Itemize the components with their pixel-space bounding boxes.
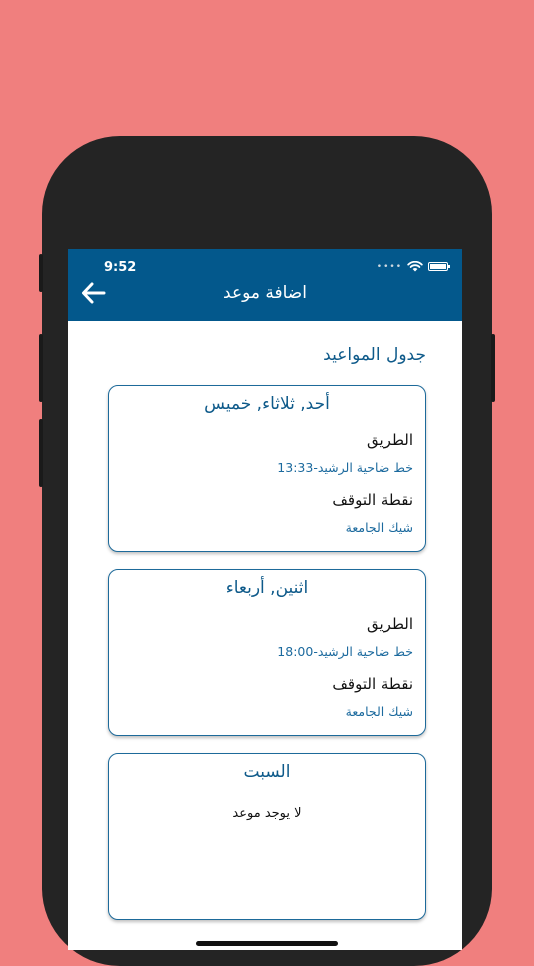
- schedule-card[interactable]: السبت لا يوجد موعد: [108, 753, 426, 920]
- stop-label: نقطة التوقف: [332, 675, 413, 693]
- status-time: 9:52: [104, 260, 137, 275]
- schedule-card[interactable]: اثنين, أربعاء الطريق خط ضاحية الرشيد-18:…: [108, 569, 426, 736]
- page-title: اضافة موعد: [223, 283, 307, 303]
- volume-up-button: [39, 334, 43, 402]
- schedule-days: اثنين, أربعاء: [225, 578, 309, 598]
- stop-value: شيك الجامعة: [345, 704, 413, 719]
- power-button: [491, 334, 495, 402]
- schedule-days: السبت: [243, 762, 291, 782]
- app-bar: 9:52 •••• اضافة موعد: [68, 249, 462, 321]
- status-icons: ••••: [376, 261, 450, 272]
- volume-down-button: [39, 419, 43, 487]
- schedule-card[interactable]: أحد, ثلاثاء, خميس الطريق خط ضاحية الرشيد…: [108, 385, 426, 552]
- stop-value: شيك الجامعة: [345, 520, 413, 535]
- section-title: جدول المواعيد: [323, 345, 426, 365]
- battery-icon: [428, 262, 450, 271]
- route-label: الطريق: [366, 615, 413, 633]
- home-indicator: [196, 941, 338, 946]
- wifi-icon: [407, 261, 423, 272]
- stop-label: نقطة التوقف: [332, 491, 413, 509]
- route-value: خط ضاحية الرشيد-13:33: [277, 460, 413, 475]
- mute-switch: [39, 254, 43, 292]
- route-label: الطريق: [366, 431, 413, 449]
- signal-dots-icon: ••••: [376, 261, 402, 272]
- no-appointment-text: لا يوجد موعد: [232, 806, 302, 821]
- schedule-days: أحد, ثلاثاء, خميس: [204, 394, 330, 414]
- route-value: خط ضاحية الرشيد-18:00: [277, 644, 413, 659]
- app-screen: 9:52 •••• اضافة موعد جدول المواعيد أحد, …: [68, 249, 462, 950]
